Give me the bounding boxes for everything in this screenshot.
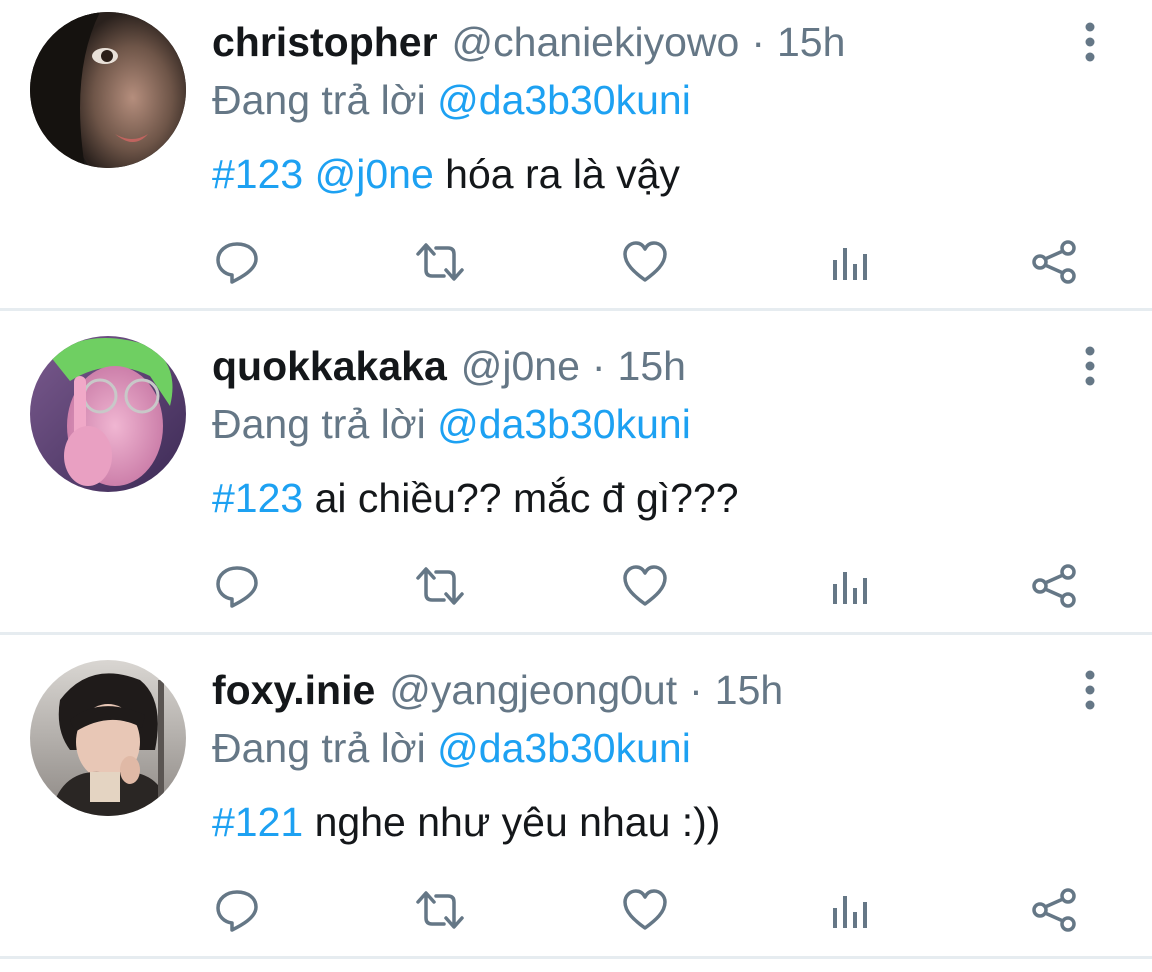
like-icon[interactable]: [617, 558, 673, 614]
action-bar: [0, 558, 1152, 618]
retweet-icon[interactable]: [412, 234, 468, 290]
hashtag[interactable]: #123: [212, 475, 303, 521]
avatar[interactable]: [30, 12, 186, 168]
share-icon[interactable]: [1026, 882, 1082, 938]
mention[interactable]: @j0ne: [315, 151, 434, 197]
retweet-icon[interactable]: [412, 882, 468, 938]
display-name[interactable]: quokkakaka: [212, 338, 447, 394]
replying-to: Đang trả lời @da3b30kuni: [212, 396, 691, 452]
tweet[interactable]: christopher @chaniekiyowo · 15h Đang trả…: [0, 0, 1152, 324]
share-icon[interactable]: [1026, 234, 1082, 290]
hashtag[interactable]: #123: [212, 151, 303, 197]
tweet[interactable]: foxy.inie @yangjeong0ut · 15h Đang trả l…: [0, 648, 1152, 972]
tweet-body: nghe như yêu nhau :)): [314, 799, 721, 845]
more-options-icon[interactable]: [1072, 668, 1108, 712]
timestamp[interactable]: 15h: [715, 662, 783, 718]
analytics-icon[interactable]: [822, 558, 878, 614]
hashtag[interactable]: #121: [212, 799, 303, 845]
reply-prefix: Đang trả lời: [212, 725, 426, 771]
user-handle[interactable]: @chaniekiyowo: [452, 14, 740, 70]
avatar[interactable]: [30, 336, 186, 492]
reply-icon[interactable]: [209, 558, 265, 614]
display-name[interactable]: christopher: [212, 14, 438, 70]
analytics-icon[interactable]: [822, 882, 878, 938]
user-handle[interactable]: @yangjeong0ut: [389, 662, 677, 718]
display-name[interactable]: foxy.inie: [212, 662, 375, 718]
separator-dot: ·: [689, 667, 703, 713]
more-options-icon[interactable]: [1072, 20, 1108, 64]
timestamp[interactable]: 15h: [618, 338, 686, 394]
retweet-icon[interactable]: [412, 558, 468, 614]
reply-mention[interactable]: @da3b30kuni: [437, 725, 691, 771]
tweet-text: #123 @j0ne hóa ra là vậy: [212, 146, 680, 202]
separator-dot: ·: [591, 343, 606, 389]
replying-to: Đang trả lời @da3b30kuni: [212, 72, 691, 128]
action-bar: [0, 882, 1152, 942]
tweet-divider: [0, 308, 1152, 311]
action-bar: [0, 234, 1152, 294]
user-handle[interactable]: @j0ne: [461, 338, 580, 394]
avatar[interactable]: [30, 660, 186, 816]
analytics-icon[interactable]: [822, 234, 878, 290]
tweet-body: ai chiều?? mắc đ gì???: [314, 475, 739, 521]
tweet-body: hóa ra là vậy: [445, 151, 680, 197]
reply-mention[interactable]: @da3b30kuni: [437, 401, 691, 447]
reply-mention[interactable]: @da3b30kuni: [437, 77, 691, 123]
tweet[interactable]: quokkakaka @j0ne · 15h Đang trả lời @da3…: [0, 324, 1152, 648]
timestamp[interactable]: 15h: [777, 14, 845, 70]
reply-prefix: Đang trả lời: [212, 401, 426, 447]
more-options-icon[interactable]: [1072, 344, 1108, 388]
tweet-text: #121 nghe như yêu nhau :)): [212, 794, 720, 850]
reply-prefix: Đang trả lời: [212, 77, 426, 123]
tweet-text: #123 ai chiều?? mắc đ gì???: [212, 470, 739, 526]
share-icon[interactable]: [1026, 558, 1082, 614]
replying-to: Đang trả lời @da3b30kuni: [212, 720, 691, 776]
reply-icon[interactable]: [209, 234, 265, 290]
like-icon[interactable]: [617, 234, 673, 290]
separator-dot: ·: [751, 19, 765, 65]
like-icon[interactable]: [617, 882, 673, 938]
tweet-divider: [0, 632, 1152, 635]
reply-icon[interactable]: [209, 882, 265, 938]
